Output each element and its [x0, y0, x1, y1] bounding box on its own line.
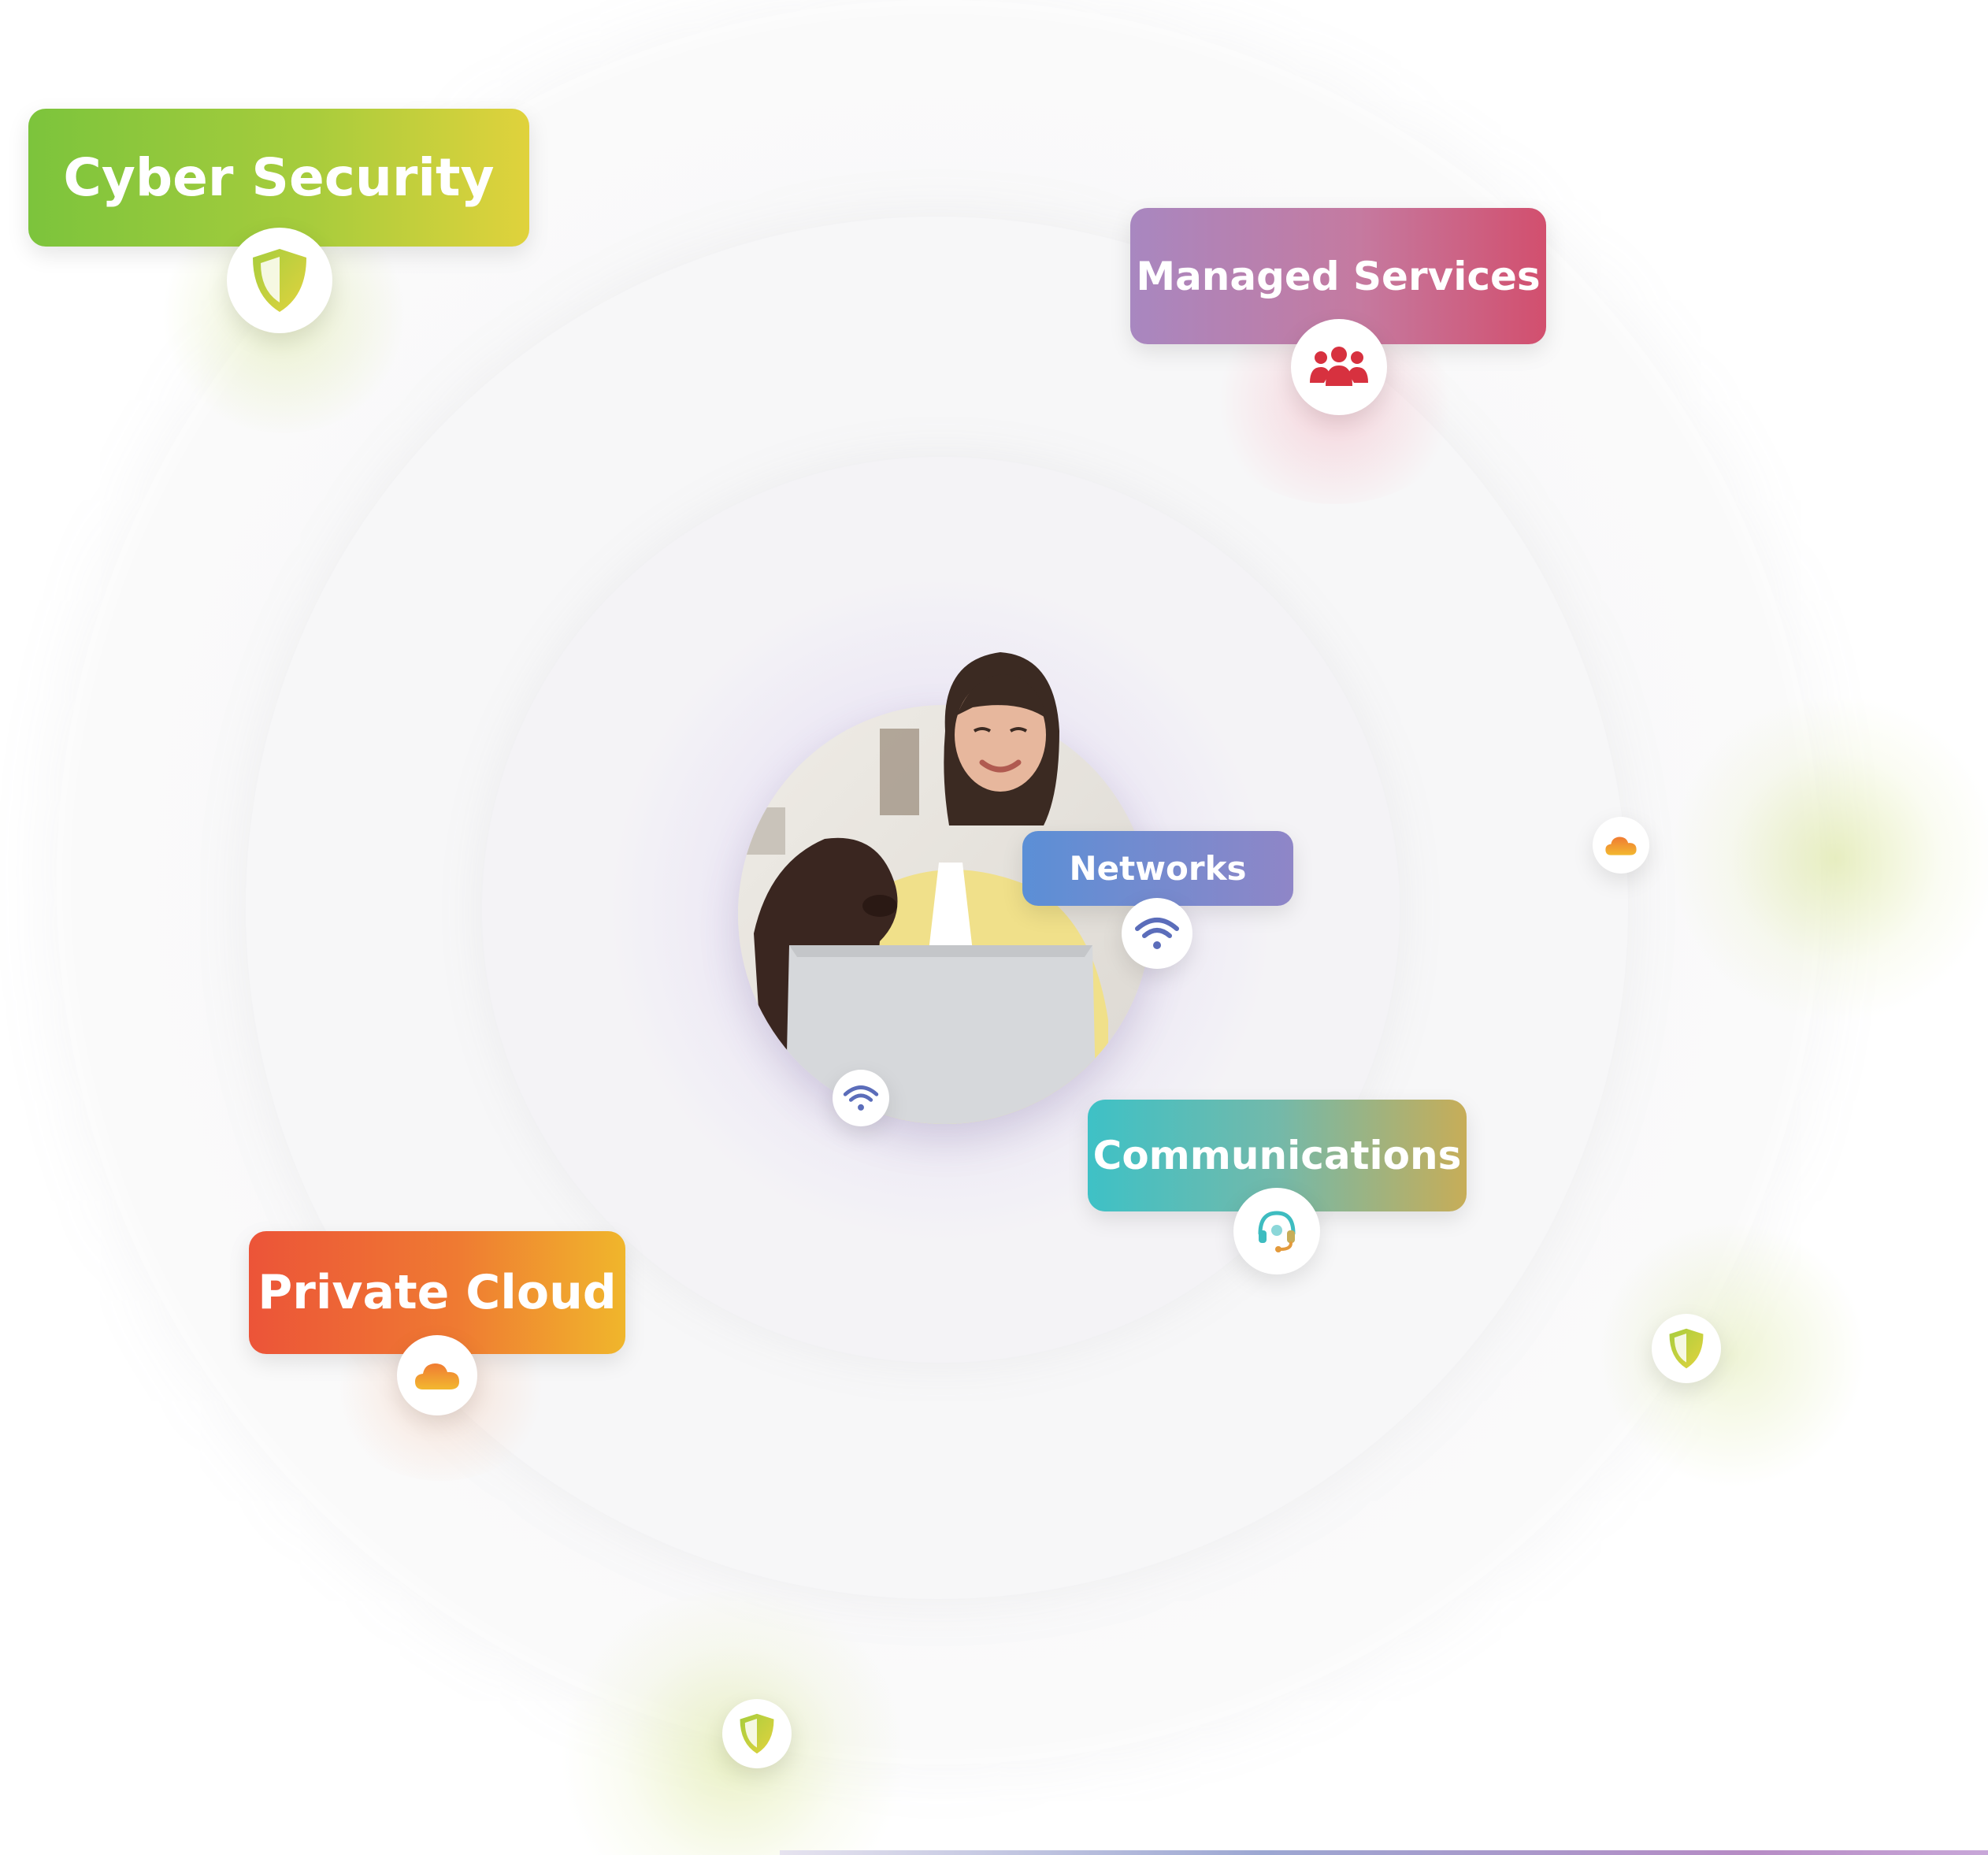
shield-icon: [722, 1699, 792, 1768]
wifi-icon: [1122, 898, 1192, 969]
woman-head-image: [944, 652, 1059, 825]
shield-icon: [227, 228, 332, 333]
lime-glow: [1670, 693, 1988, 1024]
cloud-icon: [397, 1335, 477, 1415]
shield-icon: [1652, 1314, 1721, 1383]
cloud-icon: [1593, 817, 1649, 874]
lime-glow: [1599, 1221, 1867, 1489]
bottom-divider: [780, 1850, 1988, 1855]
headset-icon: [1233, 1188, 1320, 1274]
services-orbit-graphic: Cyber Security Managed Services Networks: [0, 0, 1988, 1855]
networks-label[interactable]: Networks: [1022, 831, 1293, 906]
team-icon: [1291, 319, 1387, 415]
cyber-security-label[interactable]: Cyber Security: [28, 109, 529, 247]
wifi-icon: [833, 1070, 889, 1126]
